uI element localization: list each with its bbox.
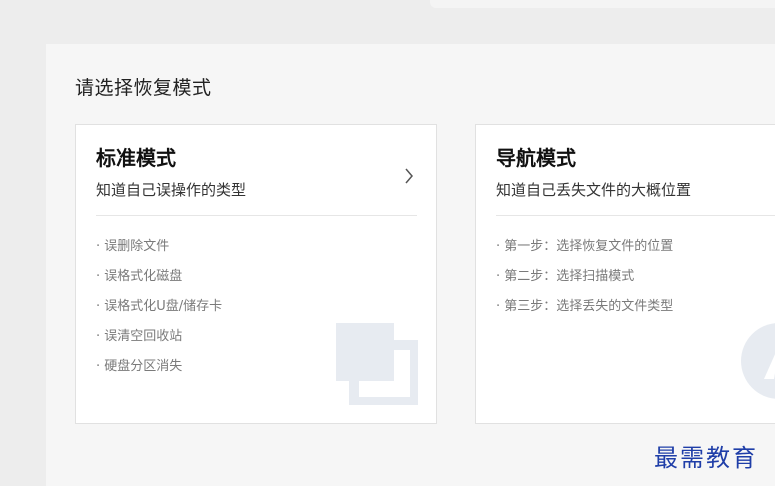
divider: [496, 215, 775, 216]
standard-mode-description: 知道自己误操作的类型: [96, 181, 247, 199]
top-strip: [430, 0, 775, 8]
compass-decoration-icon: [741, 323, 775, 399]
squares-decoration-icon: [336, 323, 418, 405]
list-item: · 误删除文件: [96, 239, 170, 254]
watermark: 最需教育: [654, 444, 758, 472]
standard-mode-title: 标准模式: [96, 146, 176, 170]
chevron-right-icon[interactable]: [404, 167, 414, 187]
navigation-mode-items: · 第一步：选择恢复文件的位置 · 第二步：选择扫描模式 · 第三步：选择丢失的…: [496, 237, 673, 327]
list-item: · 误格式化U盘/储存卡: [96, 299, 223, 314]
list-item: · 硬盘分区消失: [96, 359, 183, 374]
list-item: · 第一步：选择恢复文件的位置: [496, 239, 674, 254]
divider: [96, 215, 417, 216]
recovery-mode-panel: 请选择恢复模式 标准模式 知道自己误操作的类型 · 误删除文件 · 误格式化磁盘…: [46, 44, 775, 486]
list-item: · 第三步：选择丢失的文件类型: [496, 299, 674, 314]
standard-mode-card[interactable]: 标准模式 知道自己误操作的类型 · 误删除文件 · 误格式化磁盘 · 误格式化U…: [75, 124, 437, 424]
navigation-mode-card[interactable]: 导航模式 知道自己丢失文件的大概位置 · 第一步：选择恢复文件的位置 · 第二步…: [475, 124, 775, 424]
section-title: 请选择恢复模式: [75, 77, 212, 99]
list-item: · 误清空回收站: [96, 329, 183, 344]
list-item: · 误格式化磁盘: [96, 269, 183, 284]
navigation-mode-title: 导航模式: [496, 146, 576, 170]
navigation-mode-description: 知道自己丢失文件的大概位置: [496, 181, 692, 199]
list-item: · 第二步：选择扫描模式: [496, 269, 635, 284]
standard-mode-items: · 误删除文件 · 误格式化磁盘 · 误格式化U盘/储存卡 · 误清空回收站 ·…: [96, 237, 222, 387]
